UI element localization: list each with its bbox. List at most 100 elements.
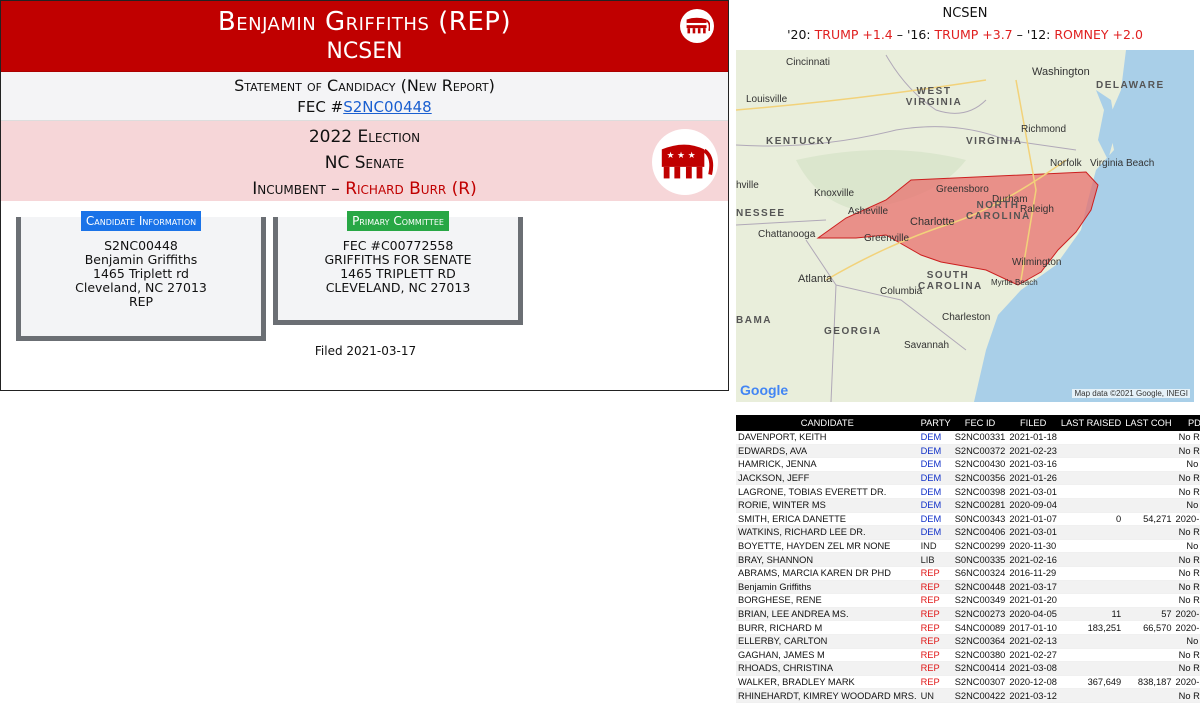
table-row[interactable]: RHOADS, CHRISTINA REP S2NC00414 2021-03-08 N…	[736, 661, 1200, 676]
cell-last-raised: 11	[1058, 607, 1124, 622]
cell-party: REP	[918, 593, 953, 608]
cell-filed: 2021-02-13	[1007, 634, 1059, 649]
place-label: Virginia Beach	[1090, 158, 1155, 169]
place-label: Savannah	[904, 340, 950, 351]
place-label: Charlotte	[910, 216, 955, 228]
cell-filed: 2021-03-16	[1007, 457, 1059, 472]
table-row[interactable]: LAGRONE, TOBIAS EVERETT DR. DEM S2NC00398 2…	[736, 484, 1200, 499]
place-label: Cincinnati	[786, 57, 830, 68]
cell-candidate: Benjamin Griffiths	[736, 580, 919, 595]
place-label: Wilmington	[1012, 257, 1062, 268]
place-label: Louisville	[746, 94, 788, 105]
primary-committee-header: Primary Committee	[347, 211, 449, 231]
table-row[interactable]: GAGHAN, JAMES M REP S2NC00380 2021-02-27 No …	[736, 648, 1200, 663]
candidate-city: Cleveland, NC 27013	[75, 280, 207, 295]
cell-party: REP	[918, 648, 953, 663]
cell-party: REP	[918, 607, 953, 622]
table-row[interactable]: BRAY, SHANNONLIBS0NC003352021-02-16 No Rp…	[736, 552, 1200, 567]
cell-last-raised	[1058, 444, 1124, 459]
cell-last-raised	[1058, 431, 1124, 445]
cell-last-raised	[1058, 688, 1124, 703]
cell-pd-end: No Rpt Yet	[1173, 593, 1200, 608]
cell-pd-end: No Cmte	[1173, 634, 1200, 649]
candidate-street: 1465 Triplett rd	[93, 266, 189, 281]
cell-fec-id: S0NC00343	[952, 512, 1008, 527]
cell-filed: 2021-02-23	[1007, 444, 1059, 459]
place-label: Columbia	[880, 286, 923, 297]
cell-filed: 2021-03-17	[1007, 580, 1059, 595]
cell-last-raised	[1058, 661, 1124, 676]
state-map[interactable]: Cincinnati Washington DELAWARE Louisvill…	[736, 50, 1194, 402]
place-label: Asheville	[848, 206, 889, 217]
cell-last-coh	[1123, 444, 1174, 459]
cell-filed: 2017-01-10	[1007, 620, 1059, 635]
table-row[interactable]: EDWARDS, AVADEMS2NC003722021-02-23 No Rpt…	[736, 444, 1200, 459]
place-label: Knoxville	[814, 188, 855, 199]
table-row[interactable]: JACKSON, JEFFDEMS2NC003562021-01-26 No Rp…	[736, 471, 1200, 486]
table-row[interactable]: HAMRICK, JENNADEMS2NC004302021-03-16 No C…	[736, 457, 1200, 472]
incumbent-prefix: Incumbent –	[252, 179, 346, 199]
race-code: NCSEN	[326, 39, 403, 64]
place-label: Charleston	[942, 312, 991, 323]
table-row[interactable]: ELLERBY, CARLTON REP S2NC00364 2021-02-13 No…	[736, 634, 1200, 649]
table-row[interactable]: WALKER, BRADLEY MARK REP S2NC00307 2020-12-…	[736, 675, 1200, 690]
candidate-id: S2NC00448	[104, 238, 178, 253]
cell-pd-end: No Rpt Yet	[1173, 580, 1200, 595]
cell-last-coh	[1123, 552, 1174, 567]
cell-last-raised	[1058, 552, 1124, 567]
race-panel: NCSEN '20: TRUMP +1.4 – '16: TRUMP +3.7 …	[730, 0, 1200, 703]
candidate-panel: Benjamin Griffiths (REP) NCSEN Statement…	[0, 0, 729, 391]
column-header[interactable]: PD END	[1173, 415, 1200, 431]
cell-candidate: LAGRONE, TOBIAS EVERETT DR.	[736, 484, 919, 499]
state-label: NESSEE	[736, 208, 786, 219]
table-row[interactable]: SMITH, ERICA DANETTE DEM S0NC00343 2021-01-…	[736, 512, 1200, 527]
cell-pd-end: No Rpt Yet	[1173, 525, 1200, 540]
column-header[interactable]: LAST RAISED	[1058, 415, 1124, 431]
map-title: NCSEN	[942, 6, 988, 21]
table-row[interactable]: WATKINS, RICHARD LEE DR. DEM S2NC00406 2021…	[736, 525, 1200, 540]
place-label: Greensboro	[936, 184, 989, 195]
fec-id-link[interactable]: S2NC00448	[343, 98, 431, 116]
committee-city: CLEVELAND, NC 27013	[325, 280, 471, 295]
year-2020-label: '20:	[787, 27, 811, 42]
place-label: Myrtle Beach	[991, 278, 1038, 287]
cell-fec-id: S2NC00430	[952, 457, 1008, 472]
cell-candidate: BRAY, SHANNON	[736, 552, 919, 567]
table-row[interactable]: BURR, RICHARD M REP S4NC00089 2017-01-10 183…	[736, 620, 1200, 635]
cell-candidate: RHINEHARDT, KIMREY WOODARD MRS.	[736, 688, 919, 703]
cell-candidate: BRIAN, LEE ANDREA MS.	[736, 607, 919, 622]
cell-last-coh	[1123, 634, 1174, 649]
table-row[interactable]: ABRAMS, MARCIA KAREN DR PHD REP S6NC00324 2…	[736, 566, 1200, 581]
fec-prefix: FEC #	[297, 98, 344, 116]
year-2012-label: '12:	[1026, 27, 1051, 42]
year-2012-result: ROMNEY +2.0	[1054, 27, 1143, 42]
cell-last-raised	[1058, 539, 1124, 554]
cell-filed: 2016-11-29	[1007, 566, 1059, 581]
column-header[interactable]: CANDIDATE	[736, 415, 919, 431]
place-label: Chattanooga	[758, 229, 816, 240]
cell-filed: 2021-03-08	[1007, 661, 1059, 676]
cell-pd-end: No Rpt Yet	[1173, 484, 1200, 499]
table-row[interactable]: RORIE, WINTER MS DEM S2NC00281 2020-09-04 No…	[736, 498, 1200, 513]
table-row[interactable]: BRIAN, LEE ANDREA MS. REP S2NC00273 2020-04…	[736, 607, 1200, 622]
cell-last-coh	[1123, 525, 1174, 540]
cell-party: REP	[918, 675, 953, 690]
column-header[interactable]: FILED	[1007, 415, 1059, 431]
cell-party: DEM	[918, 444, 953, 459]
candidate-party: REP	[128, 294, 154, 309]
statement-type: Statement of Candidacy (New Report)	[234, 76, 495, 95]
cell-last-raised: 367,649	[1058, 675, 1124, 690]
candidates-table: CANDIDATE PARTY FEC ID FILED LAST RAISED…	[736, 415, 1200, 703]
column-header[interactable]: LAST COH	[1123, 415, 1174, 431]
table-row[interactable]: Benjamin Griffiths REP S2NC00448 2021-03-17…	[736, 580, 1200, 595]
table-row[interactable]: BORGHESE, RENE REP S2NC00349 2021-01-20 No R…	[736, 593, 1200, 608]
table-row[interactable]: BOYETTE, HAYDEN ZEL MR NONE IND S2NC00299 2…	[736, 539, 1200, 554]
cell-pd-end: No Rpt Yet	[1173, 648, 1200, 663]
cell-party: REP	[918, 620, 953, 635]
column-header[interactable]: PARTY	[918, 415, 953, 431]
state-label: GEORGIA	[824, 326, 882, 337]
table-row[interactable]: DAVENPORT, KEITH DEM S2NC00331 2021-01-18 No…	[736, 431, 1200, 445]
column-header[interactable]: FEC ID	[952, 415, 1008, 431]
table-row[interactable]: RHINEHARDT, KIMREY WOODARD MRS. UN S2NC004…	[736, 688, 1200, 703]
cell-last-coh	[1123, 539, 1174, 554]
